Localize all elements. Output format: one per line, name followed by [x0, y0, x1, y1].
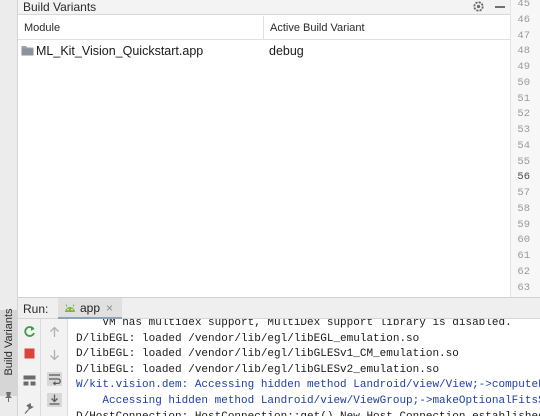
line-number[interactable]: 48	[517, 45, 530, 57]
scroll-to-end-icon[interactable]	[47, 393, 62, 407]
line-number[interactable]: 60	[517, 234, 530, 246]
folder-icon	[21, 46, 34, 56]
log-line: D/HostConnection: HostConnection::get() …	[76, 410, 540, 416]
panel-title: Build Variants	[23, 0, 97, 14]
left-tool-stripe: Build Variants	[0, 0, 18, 416]
column-header-active-build-variant[interactable]: Active Build Variant	[264, 16, 510, 40]
line-number[interactable]: 55	[517, 156, 530, 168]
column-header-module[interactable]: Module	[18, 16, 264, 40]
run-panel-header: Run: app ×	[18, 297, 540, 319]
line-number[interactable]: 56	[517, 171, 530, 183]
line-number[interactable]: 51	[517, 93, 530, 105]
variants-table-header: Module Active Build Variant	[18, 16, 510, 40]
run-console-output[interactable]: VM has multidex support, MultiDex suppor…	[68, 319, 540, 416]
line-number[interactable]: 45	[517, 0, 530, 10]
build-variants-panel: Build Variants Module Active Build Varia…	[18, 0, 510, 297]
run-toolbar-secondary	[41, 319, 68, 416]
table-row[interactable]: ML_Kit_Vision_Quickstart.app debug	[18, 41, 510, 61]
log-line: D/libEGL: loaded /vendor/lib/egl/libEGL_…	[76, 332, 420, 345]
run-toolbar-primary	[18, 319, 41, 416]
log-line: W/kit.vision.dem: Accessing hidden metho…	[76, 379, 540, 392]
line-number[interactable]: 54	[517, 140, 530, 152]
android-icon	[65, 304, 75, 312]
pin-icon[interactable]	[3, 391, 14, 402]
log-line: Accessing hidden method Landroid/view/Vi…	[102, 395, 540, 407]
module-name-cell: ML_Kit_Vision_Quickstart.app	[36, 44, 204, 58]
build-variant-dropdown[interactable]: debug	[269, 41, 304, 61]
line-number[interactable]: 58	[517, 203, 530, 215]
soft-wrap-icon[interactable]	[47, 372, 62, 386]
log-line: VM has multidex support, MultiDex suppor…	[76, 319, 512, 329]
line-number[interactable]: 63	[517, 282, 530, 294]
up-arrow-icon[interactable]	[49, 326, 60, 338]
build-variants-stripe-label[interactable]: Build Variants	[3, 301, 15, 383]
line-number[interactable]: 53	[517, 124, 530, 136]
minimize-icon[interactable]	[495, 6, 505, 8]
stop-icon[interactable]	[24, 348, 35, 359]
gear-icon[interactable]	[472, 0, 485, 13]
line-number[interactable]: 61	[517, 250, 530, 262]
line-number[interactable]: 46	[517, 14, 530, 26]
tab-app-label: app	[80, 301, 101, 315]
line-number[interactable]: 47	[517, 30, 530, 42]
line-number[interactable]: 52	[517, 108, 530, 120]
log-line: D/libEGL: loaded /vendor/lib/egl/libGLES…	[76, 348, 459, 361]
down-arrow-icon[interactable]	[49, 349, 60, 361]
line-number[interactable]: 50	[517, 77, 530, 89]
layout-icon[interactable]	[23, 375, 36, 386]
line-number[interactable]: 49	[517, 61, 530, 73]
line-number[interactable]: 62	[517, 266, 530, 278]
rerun-icon[interactable]	[23, 325, 36, 338]
line-number[interactable]: 59	[517, 219, 530, 231]
panel-header: Build Variants	[18, 0, 510, 15]
log-line: D/libEGL: loaded /vendor/lib/egl/libGLES…	[76, 363, 440, 376]
close-tab-icon[interactable]: ×	[106, 298, 113, 318]
pin-icon[interactable]	[24, 403, 35, 414]
run-label: Run:	[23, 302, 49, 316]
tab-app[interactable]: app ×	[58, 298, 122, 319]
line-number[interactable]: 57	[517, 187, 530, 199]
editor-line-gutter: 45 46 47 48 49 50 51 52 53 54 55 56 57 58 59 60 61 62 63	[510, 0, 540, 297]
